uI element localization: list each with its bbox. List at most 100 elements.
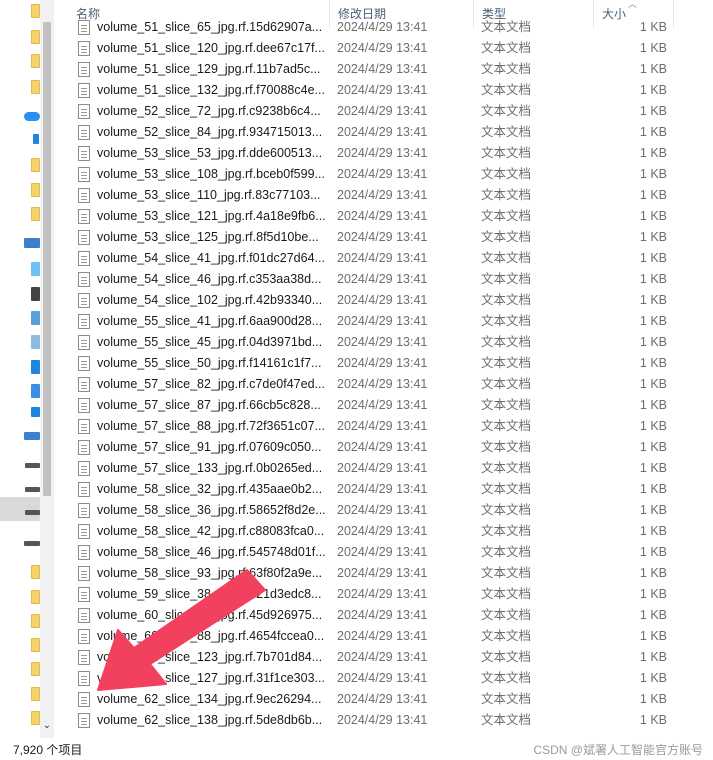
file-row[interactable]: volume_62_slice_134_jpg.rf.9ec26294... 20… xyxy=(54,689,713,710)
scrollbar-thumb[interactable] xyxy=(43,22,51,496)
file-row[interactable]: volume_51_slice_132_jpg.rf.f70088c4e... 2… xyxy=(54,80,713,101)
file-row[interactable]: volume_58_slice_93_jpg.rf.63f80f2a9e... 2… xyxy=(54,563,713,584)
file-row[interactable]: volume_53_slice_110_jpg.rf.83c77103... 20… xyxy=(54,185,713,206)
file-type: 文本文档 xyxy=(481,104,532,118)
folder-icon[interactable] xyxy=(31,662,40,676)
file-size: 1 KB xyxy=(639,314,667,328)
file-row[interactable]: volume_62_slice_138_jpg.rf.5de8db6b... 20… xyxy=(54,710,713,731)
desktop-folder-icon[interactable] xyxy=(31,407,40,417)
music-icon[interactable] xyxy=(31,384,40,398)
file-size: 1 KB xyxy=(639,188,667,202)
file-row[interactable]: volume_52_slice_84_jpg.rf.934715013... 20… xyxy=(54,122,713,143)
computer-icon[interactable] xyxy=(24,238,40,248)
downloads-icon[interactable] xyxy=(31,360,40,374)
text-file-icon xyxy=(78,608,90,623)
file-row[interactable]: volume_57_slice_133_jpg.rf.0b0265ed... 20… xyxy=(54,458,713,479)
file-row[interactable]: volume_53_slice_121_jpg.rf.4a18e9fb6... 2… xyxy=(54,206,713,227)
file-row[interactable]: volume_57_slice_87_jpg.rf.66cb5c828... 20… xyxy=(54,395,713,416)
file-type: 文本文档 xyxy=(481,83,532,97)
file-size: 1 KB xyxy=(639,125,667,139)
file-row[interactable]: volume_60_slice_88_jpg.rf.4654fccea0... 2… xyxy=(54,626,713,647)
file-row[interactable]: volume_62_slice_127_jpg.rf.31f1ce303... 2… xyxy=(54,668,713,689)
file-date-modified: 2024/4/29 13:41 xyxy=(337,650,428,664)
file-row[interactable]: volume_53_slice_125_jpg.rf.8f5d10be... 20… xyxy=(54,227,713,248)
file-row[interactable]: volume_55_slice_50_jpg.rf.f14161c1f7... 2… xyxy=(54,353,713,374)
folder-icon[interactable] xyxy=(31,54,40,68)
file-name: volume_59_slice_38_jpg.rf.d21d3edc8... xyxy=(97,587,322,601)
file-size: 1 KB xyxy=(639,251,667,265)
file-row[interactable]: volume_55_slice_45_jpg.rf.04d3971bd... 20… xyxy=(54,332,713,353)
file-row[interactable]: volume_57_slice_88_jpg.rf.72f3651c07... 2… xyxy=(54,416,713,437)
desktop-icon[interactable] xyxy=(31,262,40,276)
file-date-modified: 2024/4/29 13:41 xyxy=(337,146,428,160)
text-file-icon xyxy=(78,146,90,161)
navigation-scrollbar[interactable]: ⌄ xyxy=(40,0,54,738)
status-bar: 7,920 个项目 CSDN @斌署人工智能官方账号 xyxy=(0,738,713,760)
file-row[interactable]: volume_53_slice_53_jpg.rf.dde600513... 20… xyxy=(54,143,713,164)
drive-icon[interactable] xyxy=(25,510,40,515)
file-size: 1 KB xyxy=(639,503,667,517)
file-row[interactable]: volume_59_slice_38_jpg.rf.d21d3edc8... 20… xyxy=(54,584,713,605)
file-date-modified: 2024/4/29 13:41 xyxy=(337,461,428,475)
folder-icon[interactable] xyxy=(31,158,40,172)
cloud-icon[interactable] xyxy=(24,112,40,121)
folder-icon[interactable] xyxy=(31,207,40,221)
file-type: 文本文档 xyxy=(481,629,532,643)
drive-icon[interactable] xyxy=(25,487,40,492)
folder-icon[interactable] xyxy=(31,614,40,628)
folder-icon[interactable] xyxy=(31,4,40,18)
file-row[interactable]: volume_54_slice_46_jpg.rf.c353aa38d... 20… xyxy=(54,269,713,290)
folder-icon[interactable] xyxy=(31,565,40,579)
cloud-sync-icon[interactable] xyxy=(33,134,39,144)
file-type: 文本文档 xyxy=(481,188,532,202)
file-date-modified: 2024/4/29 13:41 xyxy=(337,482,428,496)
file-size: 1 KB xyxy=(639,335,667,349)
file-row[interactable]: volume_62_slice_123_jpg.rf.7b701d84... 20… xyxy=(54,647,713,668)
folder-icon[interactable] xyxy=(31,687,40,701)
folder-icon[interactable] xyxy=(31,590,40,604)
file-size: 1 KB xyxy=(639,419,667,433)
network-drive-icon[interactable] xyxy=(24,541,40,546)
file-row[interactable]: volume_58_slice_32_jpg.rf.435aae0b2... 20… xyxy=(54,479,713,500)
file-name: volume_58_slice_36_jpg.rf.58652f8d2e... xyxy=(97,503,325,517)
pictures-icon[interactable] xyxy=(31,311,40,325)
folder-icon[interactable] xyxy=(31,30,40,44)
folder-icon[interactable] xyxy=(31,638,40,652)
file-row[interactable]: volume_58_slice_42_jpg.rf.c88083fca0... 2… xyxy=(54,521,713,542)
text-file-icon xyxy=(78,377,90,392)
text-file-icon xyxy=(78,335,90,350)
folder-icon[interactable] xyxy=(31,711,40,725)
file-date-modified: 2024/4/29 13:41 xyxy=(337,524,428,538)
chevron-down-icon[interactable]: ⌄ xyxy=(42,719,52,733)
text-file-icon xyxy=(78,293,90,308)
file-row[interactable]: volume_53_slice_108_jpg.rf.bceb0f599... 2… xyxy=(54,164,713,185)
file-row[interactable]: volume_51_slice_129_jpg.rf.11b7ad5c... 20… xyxy=(54,59,713,80)
file-name: volume_58_slice_42_jpg.rf.c88083fca0... xyxy=(97,524,325,538)
video-icon[interactable] xyxy=(31,287,40,301)
file-row[interactable]: volume_54_slice_41_jpg.rf.f01dc27d64... 2… xyxy=(54,248,713,269)
file-list[interactable]: volume_51_slice_65_jpg.rf.15d62907a... 20… xyxy=(54,18,713,736)
folder-icon[interactable] xyxy=(31,80,40,94)
file-row[interactable]: volume_60_slice_37_jpg.rf.45d926975... 20… xyxy=(54,605,713,626)
computer-icon[interactable] xyxy=(24,432,40,440)
file-name: volume_52_slice_84_jpg.rf.934715013... xyxy=(97,125,323,139)
file-type: 文本文档 xyxy=(481,398,532,412)
file-name: volume_62_slice_127_jpg.rf.31f1ce303... xyxy=(97,671,325,685)
file-row[interactable]: volume_51_slice_120_jpg.rf.dee67c17f... 2… xyxy=(54,38,713,59)
nav-item-selected[interactable] xyxy=(0,497,40,521)
file-size: 1 KB xyxy=(639,146,667,160)
drive-icon[interactable] xyxy=(25,463,40,468)
file-name: volume_51_slice_132_jpg.rf.f70088c4e... xyxy=(97,83,325,97)
text-file-icon xyxy=(78,587,90,602)
file-row[interactable]: volume_54_slice_102_jpg.rf.42b93340... 20… xyxy=(54,290,713,311)
folder-icon[interactable] xyxy=(31,183,40,197)
file-row[interactable]: volume_58_slice_36_jpg.rf.58652f8d2e... 2… xyxy=(54,500,713,521)
file-type: 文本文档 xyxy=(481,566,532,580)
file-row[interactable]: volume_52_slice_72_jpg.rf.c9238b6c4... 20… xyxy=(54,101,713,122)
file-row[interactable]: volume_57_slice_91_jpg.rf.07609c050... 20… xyxy=(54,437,713,458)
file-row[interactable]: volume_55_slice_41_jpg.rf.6aa900d28... 20… xyxy=(54,311,713,332)
file-row[interactable]: volume_51_slice_65_jpg.rf.15d62907a... 20… xyxy=(54,18,713,38)
file-row[interactable]: volume_58_slice_46_jpg.rf.545748d01f... 2… xyxy=(54,542,713,563)
documents-icon[interactable] xyxy=(31,335,40,349)
file-row[interactable]: volume_57_slice_82_jpg.rf.c7de0f47ed... 2… xyxy=(54,374,713,395)
